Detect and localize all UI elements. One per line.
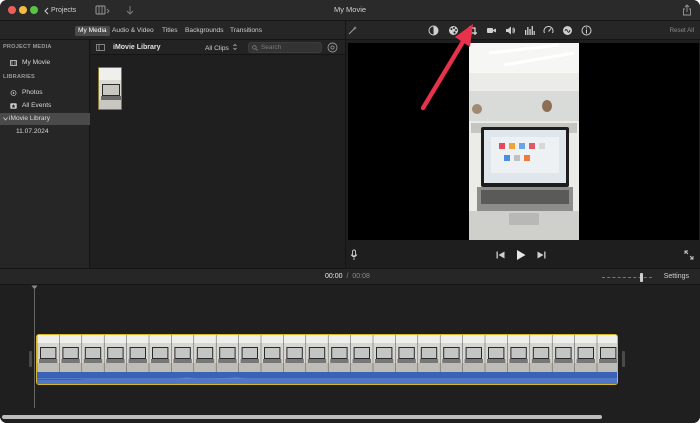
video-preview-image bbox=[469, 43, 579, 240]
settings-button[interactable]: Settings bbox=[664, 273, 689, 280]
projects-label: Projects bbox=[51, 7, 77, 14]
camera-icon[interactable] bbox=[486, 25, 497, 36]
info-icon[interactable] bbox=[581, 25, 592, 36]
tab-audio-video[interactable]: Audio & Video bbox=[109, 26, 157, 36]
sidebar-item-label: All Events bbox=[22, 102, 52, 109]
skip-forward-icon[interactable] bbox=[537, 251, 546, 259]
timeline-header: 00:00 / 00:08 Settings bbox=[0, 268, 700, 285]
clip-audio-waveform bbox=[37, 372, 617, 384]
sidebar-item-event[interactable]: 11.07.2024 bbox=[0, 126, 90, 138]
sidebar-toggle-icon[interactable] bbox=[96, 44, 105, 51]
project-media-header: PROJECT MEDIA bbox=[3, 44, 52, 50]
volume-icon[interactable] bbox=[505, 25, 516, 36]
disclosure-triangle-icon[interactable] bbox=[3, 117, 8, 121]
library-header-bar: iMovie Library All Clips bbox=[91, 40, 345, 55]
adjustments-toolbar: Reset All bbox=[345, 21, 700, 40]
search-field[interactable] bbox=[248, 42, 322, 53]
clip-filter-select[interactable]: All Clips bbox=[205, 44, 237, 52]
playback-controls bbox=[346, 244, 700, 266]
sidebar-item-my-movie[interactable]: My Movie bbox=[0, 57, 90, 69]
zoom-slider-track[interactable] bbox=[602, 277, 652, 278]
fullscreen-icon[interactable] bbox=[684, 250, 694, 260]
sidebar-item-label: iMovie Library bbox=[9, 115, 51, 122]
timeline-video-clip[interactable] bbox=[36, 334, 618, 385]
reset-all-button[interactable]: Reset All bbox=[670, 27, 694, 34]
search-input[interactable] bbox=[261, 43, 319, 52]
library-title: iMovie Library bbox=[113, 44, 161, 51]
sidebar-item-imovie-library[interactable]: iMovie Library bbox=[0, 113, 90, 125]
current-time: 00:00 bbox=[325, 273, 343, 280]
total-duration: 00:08 bbox=[352, 273, 370, 280]
magic-wand-icon[interactable] bbox=[347, 25, 358, 36]
gear-icon[interactable] bbox=[327, 42, 338, 53]
libraries-sidebar: PROJECT MEDIA My Movie LIBRARIES Photos … bbox=[0, 40, 90, 268]
sidebar-item-all-events[interactable]: All Events bbox=[0, 100, 90, 112]
media-library-panel: iMovie Library All Clips bbox=[91, 40, 345, 268]
libraries-header: LIBRARIES bbox=[3, 74, 35, 80]
chevron-left-icon bbox=[44, 7, 49, 14]
sidebar-item-label: My Movie bbox=[22, 59, 51, 66]
video-preview-frame bbox=[469, 43, 579, 240]
tab-transitions[interactable]: Transitions bbox=[227, 26, 265, 36]
timeline[interactable] bbox=[0, 285, 700, 423]
sidebar-item-label: 11.07.2024 bbox=[16, 128, 49, 135]
speedometer-icon[interactable] bbox=[543, 25, 554, 36]
updown-chevron-icon bbox=[232, 44, 237, 50]
zoom-window-button[interactable] bbox=[30, 6, 38, 14]
search-icon bbox=[252, 45, 258, 51]
sidebar-item-label: Photos bbox=[22, 89, 43, 96]
share-icon[interactable] bbox=[682, 4, 692, 16]
annotation-arrow-icon bbox=[420, 24, 473, 111]
projects-button[interactable]: Projects bbox=[44, 5, 76, 16]
play-icon[interactable] bbox=[516, 249, 526, 261]
time-separator: / bbox=[346, 273, 349, 280]
tab-titles[interactable]: Titles bbox=[159, 26, 181, 36]
clip-filter-value: All Clips bbox=[205, 45, 229, 52]
film-grid-icon[interactable] bbox=[95, 4, 111, 16]
viewer-panel bbox=[345, 40, 700, 268]
timecode-display: 00:00 / 00:08 bbox=[325, 273, 370, 280]
media-browser-tabs: My Media Audio & Video Titles Background… bbox=[0, 21, 345, 40]
noise-filter-icon[interactable] bbox=[562, 25, 573, 36]
clip-filmstrip bbox=[37, 335, 617, 372]
media-clip-thumbnail[interactable] bbox=[98, 67, 122, 110]
down-arrow-icon[interactable] bbox=[126, 4, 134, 16]
close-window-button[interactable] bbox=[8, 6, 16, 14]
star-icon bbox=[10, 103, 17, 109]
clip-preview-image bbox=[99, 68, 121, 109]
tab-backgrounds[interactable]: Backgrounds bbox=[182, 26, 227, 36]
film-icon bbox=[10, 60, 17, 66]
sidebar-item-photos[interactable]: Photos bbox=[0, 87, 90, 99]
video-viewer bbox=[348, 43, 699, 240]
clip-trim-handle-right[interactable] bbox=[622, 351, 625, 367]
equalizer-icon[interactable] bbox=[524, 25, 535, 36]
skip-back-icon[interactable] bbox=[496, 251, 505, 259]
imovie-window: Projects My Movie My Media Audio & Video… bbox=[0, 0, 700, 423]
minimize-window-button[interactable] bbox=[19, 6, 27, 14]
microphone-icon[interactable] bbox=[350, 249, 358, 261]
zoom-slider-knob[interactable] bbox=[640, 273, 643, 282]
tab-my-media[interactable]: My Media bbox=[75, 26, 110, 36]
clip-trim-handle-left[interactable] bbox=[29, 351, 32, 367]
photos-icon bbox=[10, 90, 17, 96]
title-bar: Projects My Movie bbox=[0, 0, 700, 21]
playhead-line[interactable] bbox=[34, 288, 35, 408]
timeline-scrollbar[interactable] bbox=[2, 415, 602, 419]
